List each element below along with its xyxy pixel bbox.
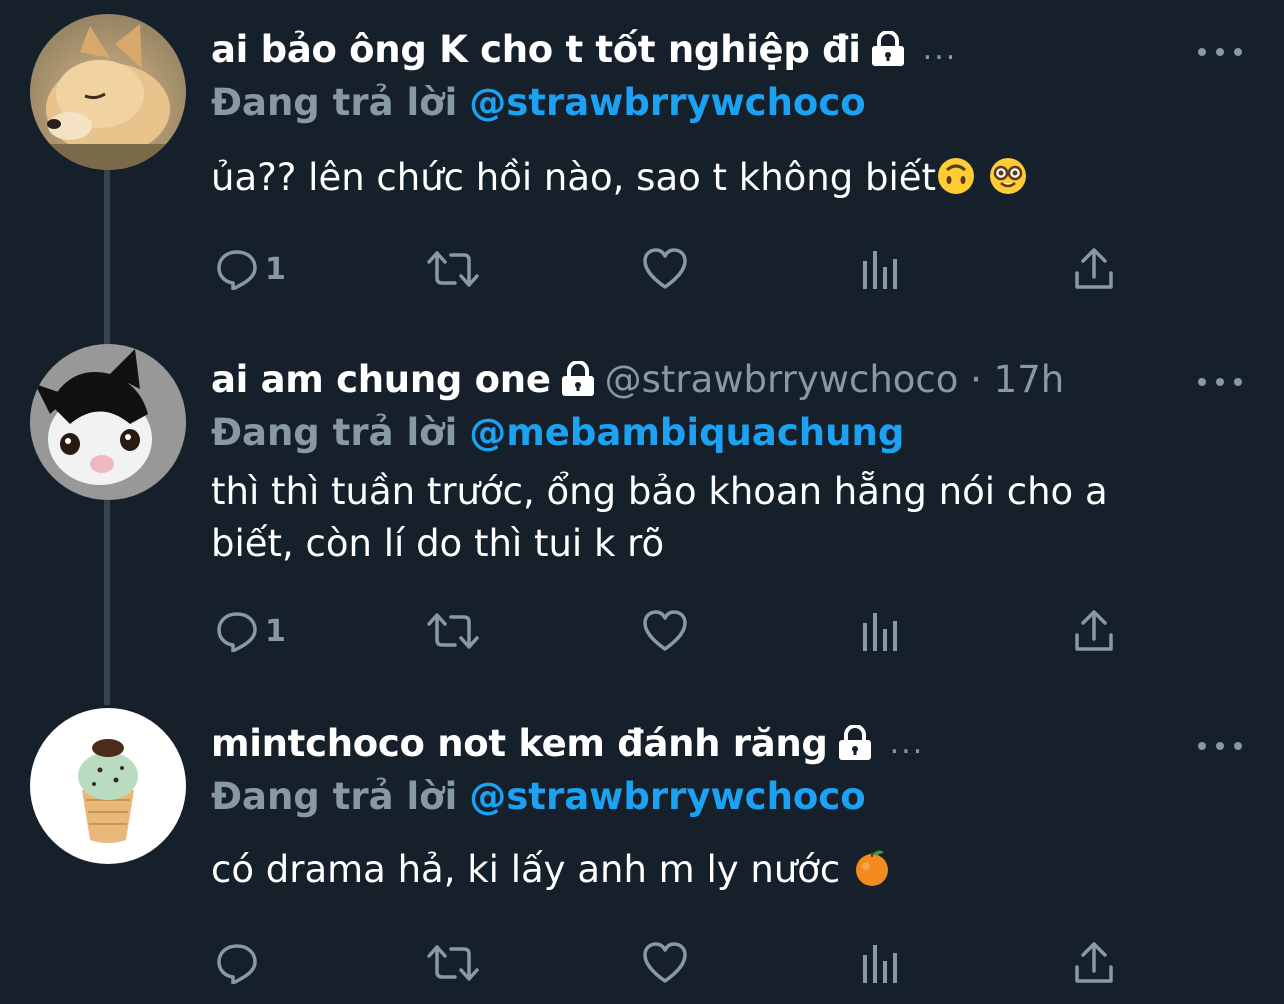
share-button[interactable] (1073, 244, 1115, 294)
more-icon[interactable] (1198, 736, 1242, 756)
like-icon (641, 609, 689, 653)
tweet-actions (211, 938, 1151, 988)
black-white-kitten-avatar-image (30, 344, 186, 500)
reply-to-handle[interactable]: @strawbrrywchoco (469, 81, 865, 124)
replying-to: Đang trả lời @strawbrrywchoco (211, 74, 866, 130)
reply-to-handle[interactable]: @strawbrrywchoco (469, 775, 865, 818)
tweet-text: ủa?? lên chức hồi nào, sao t không biết (211, 152, 1211, 210)
reply-button[interactable]: 1 (215, 244, 286, 294)
avatar[interactable] (30, 708, 186, 864)
tweet-header: mintchoco not kem đánh răng ... (211, 718, 924, 768)
like-button[interactable] (641, 938, 689, 988)
reply-icon (215, 942, 259, 984)
display-name[interactable]: ai am chung one (211, 358, 551, 401)
more-icon[interactable] (1198, 372, 1242, 392)
tweet-text-content: ủa?? lên chức hồi nào, sao t không biết (211, 156, 937, 199)
tweet-actions: 1 (211, 244, 1151, 294)
share-button[interactable] (1073, 606, 1115, 656)
lock-icon (869, 31, 907, 67)
truncated-marker: ... (922, 31, 958, 67)
analytics-icon (861, 609, 901, 653)
retweet-icon (425, 248, 481, 290)
handle-and-time[interactable]: @strawbrrywchoco · 17h (605, 358, 1065, 401)
tweet[interactable]: mintchoco not kem đánh răng ... Đang trả… (0, 708, 1284, 1004)
tweet-text-content: thì thì tuần trước, ổng bảo khoan hẵng n… (211, 470, 1108, 565)
analytics-button[interactable] (861, 244, 901, 294)
retweet-button[interactable] (425, 938, 481, 988)
tweet-actions: 1 (211, 606, 1151, 656)
reply-to-handle[interactable]: @mebambiquachung (469, 411, 904, 454)
reply-button[interactable] (215, 938, 265, 988)
tweet[interactable]: ai bảo ông K cho t tốt nghiệp đi ... Đan… (0, 14, 1284, 324)
tweet[interactable]: ai am chung one @strawbrrywchoco · 17h Đ… (0, 344, 1284, 684)
reply-button[interactable]: 1 (215, 606, 286, 656)
analytics-icon (861, 247, 901, 291)
retweet-button[interactable] (425, 244, 481, 294)
reply-thread: ai bảo ông K cho t tốt nghiệp đi ... Đan… (0, 0, 1284, 1004)
like-button[interactable] (641, 244, 689, 294)
mint-choco-ice-cream-avatar-image (30, 708, 186, 864)
upside-down-face-emoji (936, 156, 976, 210)
reply-prefix: Đang trả lời (211, 774, 458, 818)
lock-icon (836, 725, 874, 761)
lock-icon (559, 361, 597, 397)
reply-prefix: Đang trả lời (211, 410, 458, 454)
retweet-icon (425, 942, 481, 984)
retweet-button[interactable] (425, 606, 481, 656)
tweet-header: ai bảo ông K cho t tốt nghiệp đi ... (211, 24, 957, 74)
like-icon (641, 247, 689, 291)
truncated-marker: ... (889, 725, 925, 761)
share-icon (1073, 609, 1115, 653)
reply-prefix: Đang trả lời (211, 80, 458, 124)
display-name[interactable]: ai bảo ông K cho t tốt nghiệp đi (211, 28, 861, 71)
nerd-face-emoji (988, 156, 1028, 210)
like-icon (641, 941, 689, 985)
replying-to: Đang trả lời @mebambiquachung (211, 404, 904, 460)
tangerine-emoji (852, 846, 892, 902)
share-icon (1073, 247, 1115, 291)
share-button[interactable] (1073, 938, 1115, 988)
more-icon[interactable] (1198, 42, 1242, 62)
analytics-icon (861, 941, 901, 985)
share-icon (1073, 941, 1115, 985)
replying-to: Đang trả lời @strawbrrywchoco (211, 768, 866, 824)
avatar[interactable] (30, 14, 186, 170)
display-name[interactable]: mintchoco not kem đánh răng (211, 722, 828, 765)
avatar[interactable] (30, 344, 186, 500)
retweet-icon (425, 610, 481, 652)
analytics-button[interactable] (861, 606, 901, 656)
reply-count: 1 (265, 251, 286, 287)
tweet-text: có drama hả, ki lấy anh m ly nước (211, 844, 1211, 902)
reply-count: 1 (265, 613, 286, 649)
tweet-header: ai am chung one @strawbrrywchoco · 17h (211, 354, 1064, 404)
tweet-text: thì thì tuần trước, ổng bảo khoan hẵng n… (211, 466, 1201, 570)
tweet-text-content: có drama hả, ki lấy anh m ly nước (211, 848, 841, 891)
like-button[interactable] (641, 606, 689, 656)
shiba-dog-avatar-image (30, 14, 186, 170)
reply-icon (215, 610, 259, 652)
analytics-button[interactable] (861, 938, 901, 988)
reply-icon (215, 248, 259, 290)
